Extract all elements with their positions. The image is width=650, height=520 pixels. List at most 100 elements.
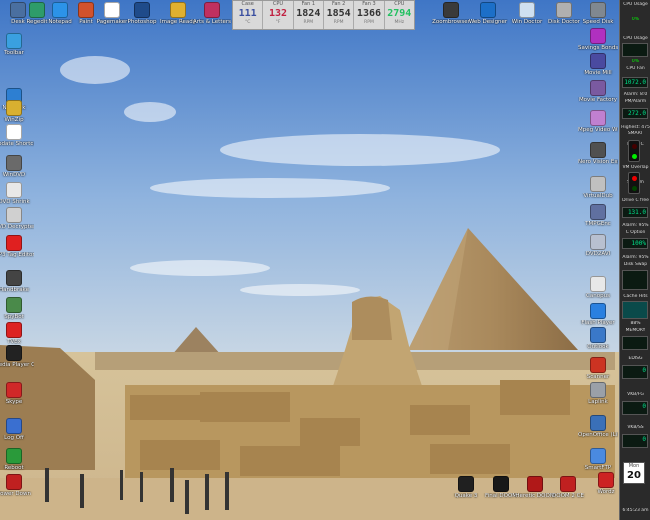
desktop-icon-left[interactable]: TVEx: [0, 322, 34, 345]
desktop-icon-top[interactable]: Web Designer: [468, 2, 508, 25]
desktop-icon-top[interactable]: Photoshop: [122, 2, 162, 25]
desktop-icon-label: DVD Decrypter: [0, 224, 34, 230]
tmpgenc-icon: [590, 204, 606, 220]
desktop-icon-right[interactable]: Nero Vision Express: [578, 142, 618, 165]
clock: 6:45:23 am: [622, 508, 649, 513]
ram-readout: 1072.0: [622, 77, 648, 88]
desktop-icon-label: Nero Vision Express: [578, 159, 618, 165]
dvd2avi-icon: [590, 234, 606, 250]
desktop-icon-right[interactable]: DVD2AVI: [578, 234, 618, 257]
toolbar-icon: [6, 33, 22, 49]
desktop-icon-bottom[interactable]: Quake 3: [446, 476, 486, 499]
speed-disk-icon: [590, 2, 606, 18]
desktop-icon-right[interactable]: Flash Player: [578, 303, 618, 326]
monitor-cell-label: Fan 2: [331, 1, 346, 7]
desktop-icon-right[interactable]: OpenOffice (Libretto): [578, 415, 618, 438]
monitor-cell-value: 1366: [356, 8, 382, 19]
desktop-icon-right[interactable]: TMPGEnc: [578, 204, 618, 227]
desktop-icon-left[interactable]: Media Player Classic: [0, 345, 34, 368]
desktop-icon-label: DOOM 2 CE: [552, 493, 584, 499]
desktop-icon-left[interactable]: Update Shortcut: [0, 124, 34, 147]
desktop-icon-right[interactable]: Movie Factory: [578, 80, 618, 103]
highest-label: Highest: 475: [621, 125, 650, 130]
desktop-icon-right[interactable]: Movie Mill: [578, 53, 618, 76]
memory-label: MEMORY: [625, 328, 646, 333]
desktop-icon-left[interactable]: WinZip: [0, 100, 34, 123]
disk-swap-graph: [622, 270, 648, 290]
monitor-cell-value: 1854: [326, 8, 351, 19]
cache-hits-graph: [622, 301, 648, 319]
c-option-readout: 100%: [622, 238, 648, 249]
vkb1-readout: 0: [622, 401, 648, 415]
desktop-icon-label: Web Designer: [468, 19, 508, 25]
desktop-icon-top[interactable]: Win Doctor: [507, 2, 547, 25]
media-player-icon: [6, 345, 22, 361]
mpeg-wizard-icon: [590, 110, 606, 126]
desktop-icon-right[interactable]: Scanner: [578, 357, 618, 380]
photoshop-eye-icon: [134, 2, 150, 18]
desktop-icon-label: VirtualDub: [583, 193, 613, 199]
desktop-icon-label: Movie Factory: [578, 97, 618, 103]
desktop-icon-right[interactable]: Speed Disk: [578, 2, 618, 25]
desktop-icon-label: Handbrake: [0, 287, 29, 293]
monitor-cell-value: 2794: [387, 8, 412, 19]
desktop-icon-right[interactable]: Canopus: [578, 276, 618, 299]
smart-label: SMART: [627, 131, 644, 136]
doom2-icon: [560, 476, 576, 492]
skype-icon: [6, 382, 22, 398]
desktop-icon-left[interactable]: MP3 Tag Editor: [0, 235, 34, 258]
desktop-icon-right[interactable]: Outlook: [578, 327, 618, 350]
desktop-icon-left[interactable]: WinDVD: [0, 155, 34, 178]
desktop-icon-label: Laplink: [588, 399, 608, 405]
calendar-date: 20: [627, 470, 641, 481]
desktop-icon-label: Zoombrowser: [432, 19, 470, 25]
reboot-icon: [6, 448, 22, 464]
cpu-usage2-label: CPU Usage: [623, 36, 648, 41]
web-designer-globe-icon: [480, 2, 496, 18]
monitor-cell-label: CPU: [394, 1, 405, 7]
handbrake-icon: [6, 270, 22, 286]
desktop-icon-left[interactable]: DVD Shrink: [0, 182, 34, 205]
windvd-icon: [6, 155, 22, 171]
monitor-cell-value: 111: [238, 8, 257, 19]
desktop-icon-left[interactable]: DVD Decrypter: [0, 207, 34, 230]
desktop-icon-label: Quake 3: [454, 493, 478, 499]
wordz-icon: [598, 472, 614, 488]
laplink-icon: [590, 382, 606, 398]
desktop-icon-left[interactable]: Log Off: [0, 418, 34, 441]
desktop-icon-label: MP3 Tag Editor: [0, 252, 34, 258]
desktop-icon-left[interactable]: Handbrake: [0, 270, 34, 293]
memory-graph: [622, 336, 648, 350]
monitor-cell-unit: RPM: [333, 20, 344, 25]
desktop-icon-right[interactable]: Laplink: [578, 382, 618, 405]
desktop-icon-left[interactable]: Reboot: [0, 448, 34, 471]
desktop-icon-label: Canopus: [586, 293, 610, 299]
desktop-icon-top[interactable]: Zoombrowser: [431, 2, 471, 25]
desktop-icon-label: WinZip: [4, 117, 24, 123]
desktop-icon-right[interactable]: SmartFTP: [578, 448, 618, 471]
zoombrowser-icon: [443, 2, 459, 18]
desktop-icon-left[interactable]: SpyBot: [0, 297, 34, 320]
calendar-widget[interactable]: Mon 20: [623, 462, 645, 484]
desktop-icon-right[interactable]: Savings Bonds: [578, 28, 618, 51]
scanner-icon: [590, 357, 606, 373]
openoffice-icon: [590, 415, 606, 431]
spybot-icon: [6, 297, 22, 313]
desktop-icon-left[interactable]: Skype: [0, 382, 34, 405]
movie-factory-icon: [590, 80, 606, 96]
desktop-icon-right[interactable]: Mpeg Video Wizard 2005: [578, 110, 618, 133]
desktop-icon-right[interactable]: VirtualDub: [578, 176, 618, 199]
desktop-icon-left[interactable]: Power Down: [0, 474, 34, 497]
desktop-icon-left[interactable]: Toolbar: [0, 33, 34, 56]
desktop-wallpaper: [0, 0, 650, 520]
monitor-cell: CPU 2794 MHz: [385, 1, 414, 29]
temp-readout: 272.0: [622, 108, 648, 119]
flash-player-icon: [590, 303, 606, 319]
desktop-icon-top[interactable]: Arts & Letters: [192, 2, 232, 25]
desktop-icon-label: Update Shortcut: [0, 141, 34, 147]
vm-overlap-label: VM Overlap: [622, 165, 649, 170]
system-status-light-icon: [628, 172, 640, 194]
net-label: EDISG: [628, 356, 643, 361]
monitor-cell: Fan 1 1824 RPM: [294, 1, 324, 29]
desktop-icon-bottom[interactable]: DOOM 2 CE: [548, 476, 588, 499]
